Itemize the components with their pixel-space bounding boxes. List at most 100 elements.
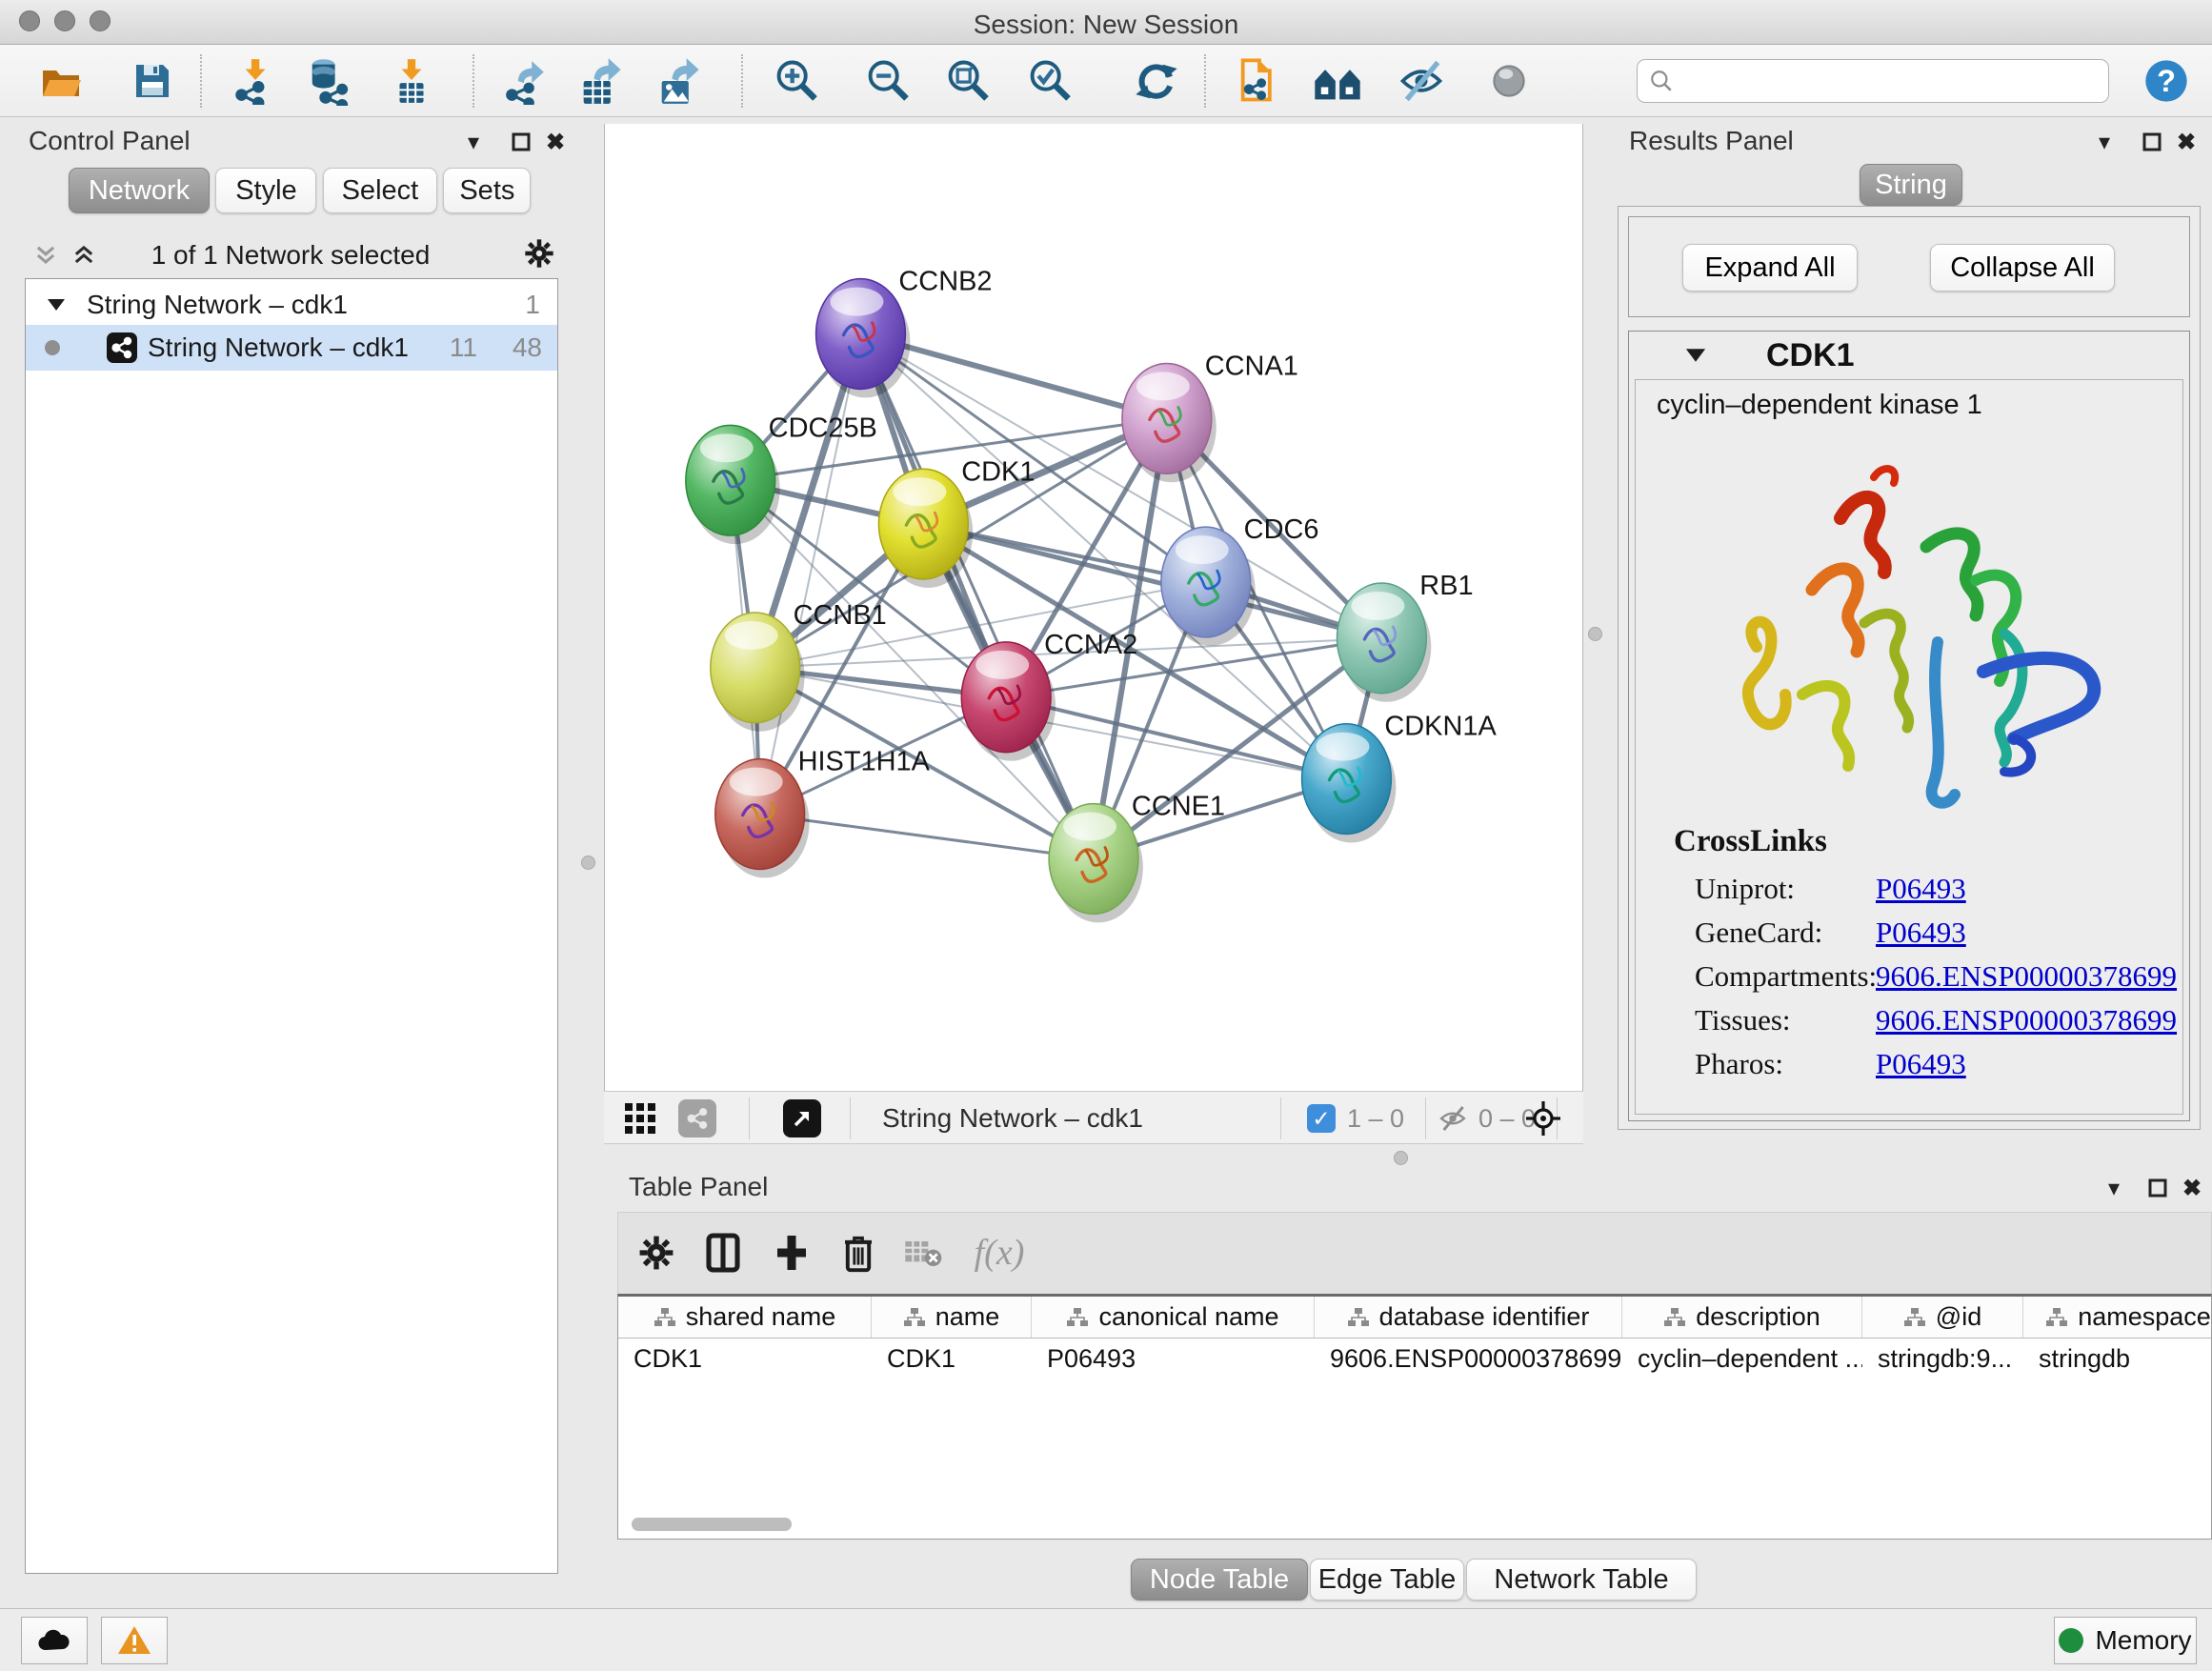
refresh-button[interactable] [1130,56,1183,106]
table-row[interactable]: CDK1 CDK1 P06493 9606.ENSP00000378699 cy… [618,1339,2211,1379]
crosslink-link[interactable]: 9606.ENSP00000378699 [1876,1003,2177,1037]
cell-database-identifier[interactable]: 9606.ENSP00000378699 [1315,1339,1622,1379]
string-settings-button[interactable] [1311,56,1364,106]
selected-checkbox-icon[interactable]: ✓ [1307,1104,1336,1133]
section-disclosure-icon[interactable] [1684,347,1707,364]
crosslink-label: Uniprot: [1695,872,1795,906]
open-folder-icon [36,58,86,104]
zoom-fit-button[interactable] [941,56,995,106]
network-node-CDC6[interactable]: CDC6 [1161,514,1319,646]
results-panel-menu-button[interactable]: ▾ [2090,128,2119,156]
tab-network[interactable]: Network [69,168,210,213]
network-node-CCNE1[interactable]: CCNE1 [1049,792,1225,923]
right-splitter-handle[interactable] [1588,627,1602,641]
column-header[interactable]: @id [1862,1297,2023,1338]
string-glass-ball-button[interactable] [1482,56,1536,106]
left-splitter-handle[interactable] [581,856,595,870]
table-panel-menu-button[interactable]: ▾ [2100,1174,2128,1202]
column-header[interactable]: database identifier [1315,1297,1622,1338]
columns-icon [706,1233,740,1273]
results-panel-close-button[interactable]: ✖ [2172,128,2201,156]
disclosure-triangle-icon[interactable] [47,297,66,312]
crosslink-link[interactable]: P06493 [1876,872,1966,906]
cell-shared-name[interactable]: CDK1 [618,1339,872,1379]
network-canvas[interactable]: CCNB2CCNA1CDC25BCDK1CDC6RB1CCNB1CCNA2CDK… [604,124,1583,1091]
column-header[interactable]: canonical name [1032,1297,1315,1338]
tab-style[interactable]: Style [215,168,316,213]
show-columns-button[interactable] [700,1230,746,1276]
import-table-button[interactable] [385,56,438,106]
table-panel-close-button[interactable]: ✖ [2178,1174,2206,1202]
export-table-button[interactable] [573,56,627,106]
tab-select[interactable]: Select [323,168,437,213]
warning-button[interactable] [101,1617,168,1664]
network-node-CCNB1[interactable]: CCNB1 [711,600,887,732]
memory-button[interactable]: Memory [2054,1617,2197,1664]
tab-network-table[interactable]: Network Table [1466,1559,1697,1601]
control-panel-close-button[interactable]: ✖ [541,128,570,156]
results-panel-float-button[interactable] [2138,128,2166,156]
column-header[interactable]: description [1622,1297,1862,1338]
zoom-in-button[interactable] [770,56,823,106]
cell-name[interactable]: CDK1 [872,1339,1032,1379]
control-panel-float-button[interactable] [507,128,535,156]
function-builder-button[interactable]: f(x) [961,1230,1037,1276]
gear-icon[interactable] [524,238,554,269]
network-collection-row[interactable]: String Network – cdk1 1 [26,285,557,325]
control-panel-menu-button[interactable]: ▾ [459,128,488,156]
crosslink-link[interactable]: 9606.ENSP00000378699 [1876,959,2177,994]
table-panel-float-button[interactable] [2143,1174,2172,1202]
tab-node-table[interactable]: Node Table [1131,1559,1308,1601]
import-network-file-button[interactable] [227,56,280,106]
zoom-selected-button[interactable] [1023,56,1076,106]
scrollbar-thumb[interactable] [632,1518,792,1531]
import-network-database-button[interactable] [301,56,354,106]
string-hide-button[interactable] [1395,56,1448,106]
horizontal-splitter-handle[interactable] [1394,1151,1408,1165]
help-button[interactable]: ? [2140,56,2193,106]
table-horizontal-scrollbar[interactable] [624,1518,2202,1533]
tab-string[interactable]: String [1860,164,1962,206]
delete-table-button[interactable] [900,1230,946,1276]
search-input[interactable] [1674,67,2083,96]
cell-id[interactable]: stringdb:9... [1862,1339,2023,1379]
column-header[interactable]: shared name [618,1297,872,1338]
cell-description[interactable]: cyclin–dependent ... [1622,1339,1862,1379]
network-node-HIST1H1A[interactable]: HIST1H1A [715,747,931,878]
grid-view-button[interactable] [621,1099,659,1137]
expand-all-button[interactable]: Expand All [1682,244,1858,292]
column-header[interactable]: namespace [2023,1297,2212,1338]
tab-edge-table[interactable]: Edge Table [1310,1559,1464,1601]
network-node-CCNB2[interactable]: CCNB2 [816,267,993,398]
network-selection-status: 1 of 1 Network selected [15,240,566,271]
export-image-icon [654,56,703,106]
column-header[interactable]: name [872,1297,1032,1338]
cloud-button[interactable] [21,1617,88,1664]
zoom-out-button[interactable] [861,56,915,106]
table-settings-button[interactable] [633,1230,679,1276]
network-node-RB1[interactable]: RB1 [1337,571,1473,702]
network-node-CDKN1A[interactable]: CDKN1A [1302,712,1498,843]
crosslink-link[interactable]: P06493 [1876,916,1966,950]
birdseye-icon[interactable] [1524,1099,1562,1137]
save-session-button[interactable] [126,56,179,106]
crosslink-link[interactable]: P06493 [1876,1047,1966,1081]
cell-namespace[interactable]: stringdb [2023,1339,2212,1379]
detach-view-button[interactable] [783,1099,821,1137]
open-session-button[interactable] [34,56,88,106]
search-field [1637,59,2109,103]
string-import-button[interactable] [1233,56,1286,106]
cell-canonical-name[interactable]: P06493 [1032,1339,1315,1379]
export-image-button[interactable] [652,56,705,106]
tab-sets[interactable]: Sets [443,168,531,213]
network-node-CDC25B[interactable]: CDC25B [686,413,877,544]
create-column-button[interactable] [769,1230,814,1276]
network-node-CDK1[interactable]: CDK1 [878,456,1035,588]
network-overview-button[interactable] [678,1099,716,1137]
delete-column-button[interactable] [835,1230,881,1276]
export-network-button[interactable] [499,56,553,106]
table-tabs: Node Table Edge Table Network Table [617,1559,2212,1601]
network-row[interactable]: String Network – cdk1 11 48 [26,325,557,371]
app-window: Session: New Session [0,0,2212,1671]
collapse-all-button[interactable]: Collapse All [1930,244,2115,292]
